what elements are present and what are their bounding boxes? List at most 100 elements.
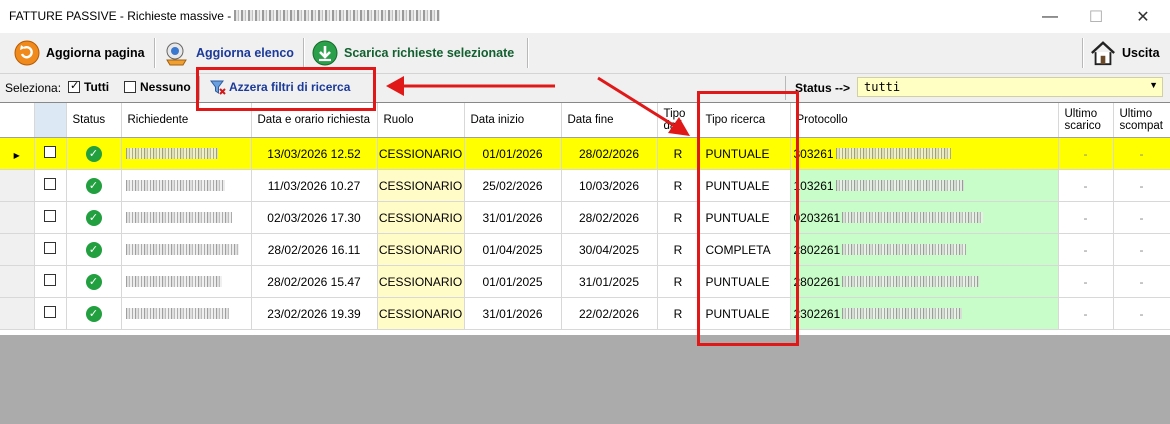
row-checkbox[interactable] <box>44 306 56 318</box>
exit-button[interactable]: Uscita <box>1090 37 1160 69</box>
tipo-ricerca-cell: PUNTUALE <box>699 297 791 330</box>
ultimo-scarico-cell: - <box>1058 137 1114 170</box>
data-richiesta-cell: 02/03/2026 17.30 <box>251 201 378 234</box>
row-select-cell[interactable] <box>34 265 67 298</box>
redacted-text <box>125 179 225 191</box>
redacted-text <box>842 211 984 223</box>
ultimo-scompat-cell: - <box>1113 169 1170 202</box>
refresh-list-button[interactable]: Aggiorna elenco <box>164 37 294 69</box>
ruolo-cell: CESSIONARIO <box>377 201 465 234</box>
col-ultimo-scompat[interactable]: Ultimo scompat <box>1113 103 1170 138</box>
richiedente-cell <box>121 137 252 170</box>
data-fine-cell: 30/04/2025 <box>561 233 658 266</box>
data-inizio-cell: 31/01/2026 <box>464 201 562 234</box>
table-row[interactable]: ✓ 28/02/2026 15.47 CESSIONARIO 01/01/2025 31… <box>0 265 1170 298</box>
close-button[interactable]: ✕ <box>1120 0 1166 33</box>
data-inizio-cell: 31/01/2026 <box>464 297 562 330</box>
row-select-cell[interactable] <box>34 137 67 170</box>
protocollo-cell: 2802261 <box>790 265 1059 298</box>
check-circle-icon: ✓ <box>85 241 102 258</box>
protocollo-text: 0203261 <box>793 210 841 225</box>
download-selected-button[interactable]: Scarica richieste selezionate <box>312 37 514 69</box>
data-richiesta-cell: 13/03/2026 12.52 <box>251 137 378 170</box>
window-title-text: FATTURE PASSIVE - Richieste massive - <box>9 9 232 23</box>
ultimo-scompat-cell: - <box>1113 265 1170 298</box>
col-richiedente[interactable]: Richiedente <box>121 103 252 138</box>
minimize-button[interactable]: — <box>1027 0 1073 33</box>
status-cell: ✓ <box>66 169 122 202</box>
checkbox-unchecked[interactable] <box>124 81 136 93</box>
row-checkbox[interactable] <box>44 242 56 254</box>
row-select-cell[interactable] <box>34 233 67 266</box>
richiedente-cell <box>121 265 252 298</box>
row-header[interactable] <box>0 169 35 202</box>
row-checkbox[interactable] <box>44 210 56 222</box>
row-select-cell[interactable] <box>34 169 67 202</box>
ruolo-cell: CESSIONARIO <box>377 297 465 330</box>
data-fine-cell: 31/01/2025 <box>561 265 658 298</box>
toolbar-separator <box>527 38 529 68</box>
data-richiesta-cell: 28/02/2026 16.11 <box>251 233 378 266</box>
tipo-ricerca-cell: COMPLETA <box>699 233 791 266</box>
col-protocollo[interactable]: Protocollo <box>790 103 1059 138</box>
ruolo-cell: CESSIONARIO <box>377 137 465 170</box>
select-all-checkbox[interactable]: ✓ Tutti <box>68 80 109 94</box>
ultimo-scarico-cell: - <box>1058 233 1114 266</box>
row-select-cell[interactable] <box>34 201 67 234</box>
exit-label: Uscita <box>1122 46 1160 60</box>
select-none-checkbox[interactable]: Nessuno <box>124 80 191 94</box>
row-header[interactable] <box>0 297 35 330</box>
col-status[interactable]: Status <box>66 103 122 138</box>
table-row[interactable]: ✓ 02/03/2026 17.30 CESSIONARIO 31/01/2026 28… <box>0 201 1170 234</box>
data-inizio-cell: 25/02/2026 <box>464 169 562 202</box>
data-fine-cell: 22/02/2026 <box>561 297 658 330</box>
col-ultimo-scarico[interactable]: Ultimo scarico <box>1058 103 1114 138</box>
refresh-page-icon <box>14 40 40 66</box>
redacted-title-part <box>234 10 441 21</box>
status-cell: ✓ <box>66 233 122 266</box>
redacted-text <box>125 243 239 255</box>
checkbox-checked[interactable]: ✓ <box>68 80 80 93</box>
row-select-cell[interactable] <box>34 297 67 330</box>
toolbar-separator <box>303 38 305 68</box>
row-checkbox[interactable] <box>44 274 56 286</box>
tipo-dati-cell: R <box>657 201 700 234</box>
col-tipo-dati[interactable]: Tipo dati <box>657 103 700 138</box>
data-richiesta-cell: 28/02/2026 15.47 <box>251 265 378 298</box>
maximize-button[interactable]: ☐ <box>1073 0 1119 33</box>
status-filter-label: Status --> <box>795 81 851 95</box>
col-data-richiesta[interactable]: Data e orario richiesta <box>251 103 378 138</box>
col-tipo-ricerca[interactable]: Tipo ricerca <box>699 103 791 138</box>
row-header[interactable] <box>0 265 35 298</box>
table-row[interactable]: ▶ ✓ 13/03/2026 12.52 CESSIONARIO 01/01/2026 2… <box>0 137 1170 170</box>
table-row[interactable]: ✓ 28/02/2026 16.11 CESSIONARIO 01/04/2025 30… <box>0 233 1170 266</box>
row-header[interactable] <box>0 201 35 234</box>
reset-filters-button[interactable]: Azzera filtri di ricerca <box>210 79 350 95</box>
check-circle-icon: ✓ <box>85 209 102 226</box>
row-header[interactable] <box>0 233 35 266</box>
protocollo-cell: 2302261 <box>790 297 1059 330</box>
col-ruolo[interactable]: Ruolo <box>377 103 465 138</box>
tipo-ricerca-cell: PUNTUALE <box>699 265 791 298</box>
refresh-page-button[interactable]: Aggiorna pagina <box>14 37 145 69</box>
tipo-dati-cell: R <box>657 169 700 202</box>
select-none-label: Nessuno <box>140 80 191 94</box>
status-filter-select[interactable]: tutti ▼ <box>857 77 1163 97</box>
col-data-inizio[interactable]: Data inizio <box>464 103 562 138</box>
table-row[interactable]: ✓ 11/03/2026 10.27 CESSIONARIO 25/02/2026 10… <box>0 169 1170 202</box>
download-icon <box>312 40 338 66</box>
data-fine-cell: 28/02/2026 <box>561 137 658 170</box>
table-row[interactable]: ✓ 23/02/2026 19.39 CESSIONARIO 31/01/2026 22… <box>0 297 1170 330</box>
protocollo-cell: 0203261 <box>790 201 1059 234</box>
chevron-down-icon[interactable]: ▼ <box>1149 80 1158 90</box>
row-checkbox[interactable] <box>44 178 56 190</box>
col-data-fine[interactable]: Data fine <box>561 103 658 138</box>
redacted-text <box>125 307 229 319</box>
home-icon <box>1090 40 1116 66</box>
redacted-text <box>125 211 232 223</box>
protocollo-text: 303261 <box>793 146 834 161</box>
row-header[interactable]: ▶ <box>0 137 35 170</box>
row-checkbox[interactable] <box>44 146 56 158</box>
col-select-header[interactable] <box>34 103 67 138</box>
data-richiesta-cell: 11/03/2026 10.27 <box>251 169 378 202</box>
